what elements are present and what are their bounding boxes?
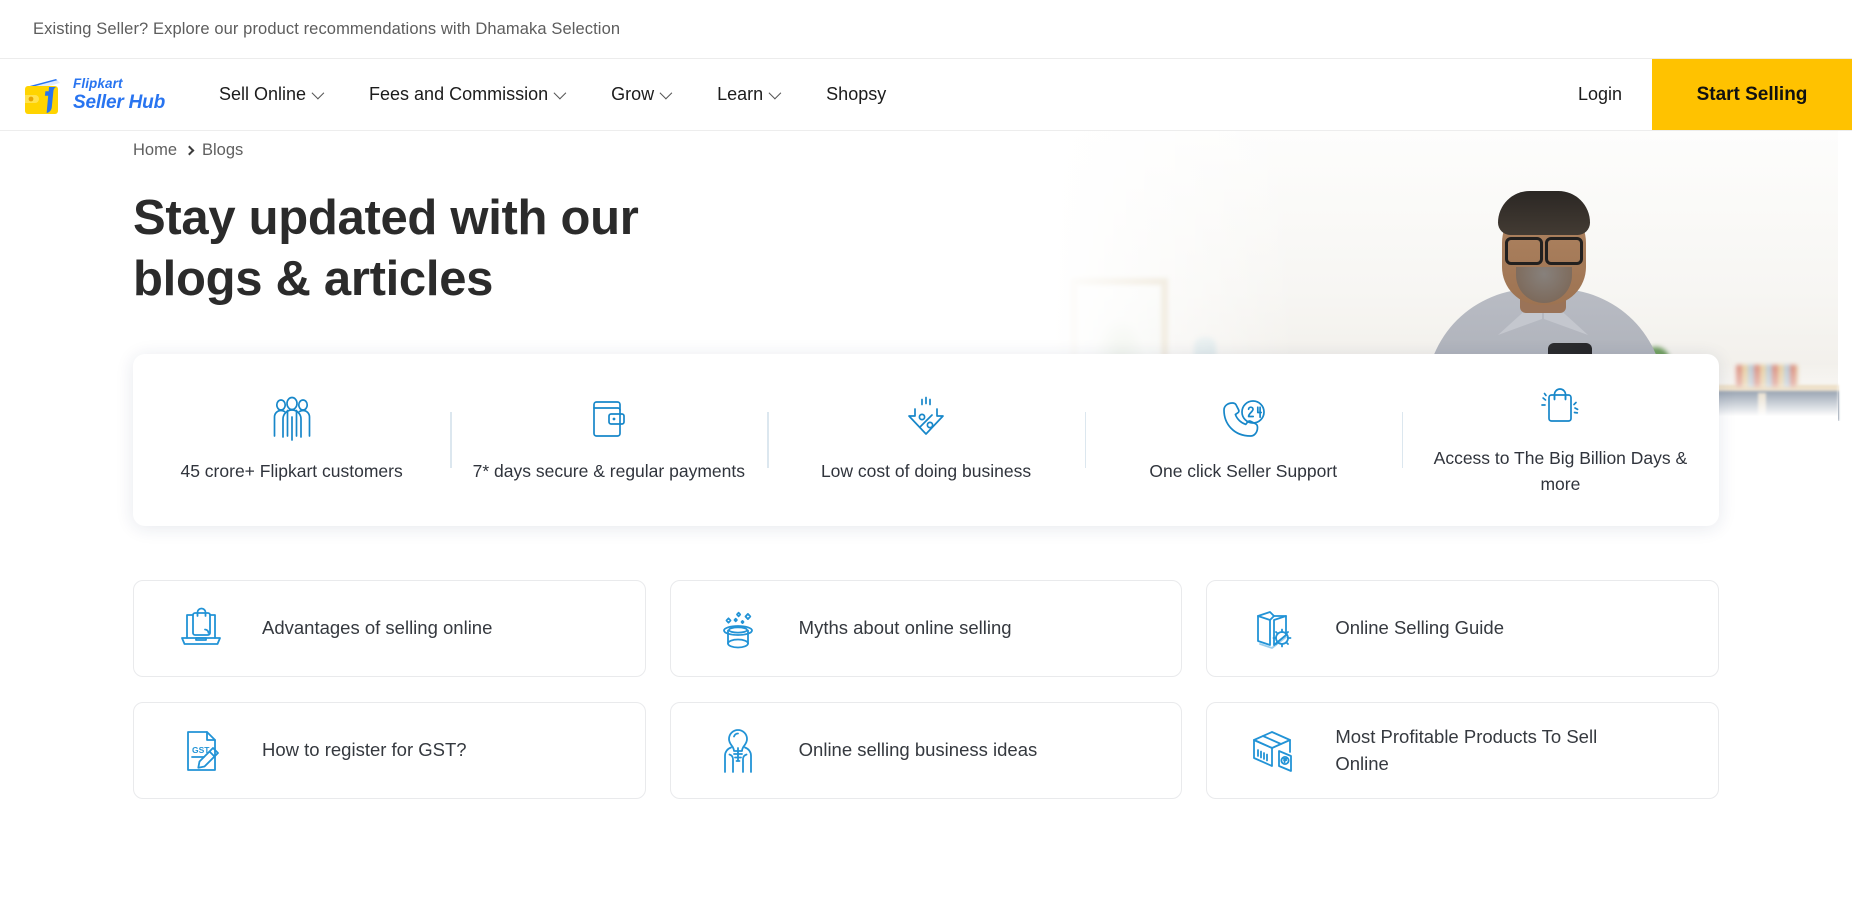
topic-card-advantages-of-selling-online[interactable]: Advantages of selling online xyxy=(133,580,646,677)
announcement-bar: Existing Seller? Explore our product rec… xyxy=(0,0,1852,59)
support-24-phone-icon xyxy=(1219,396,1267,442)
topic-label: Online selling business ideas xyxy=(798,739,1038,761)
nav-right-group: Login Start Selling xyxy=(1548,59,1852,130)
nav-left-group: Flipkart Seller Hub Sell Online Fees and… xyxy=(0,59,910,130)
person-hair xyxy=(1498,191,1590,235)
flipkart-wallet-icon xyxy=(22,74,66,116)
breadcrumb-item-home[interactable]: Home xyxy=(133,141,177,160)
topic-label: Most Profitable Products To Sell Online xyxy=(1335,726,1598,774)
nav-item-learn[interactable]: Learn xyxy=(693,59,802,130)
nav-item-label: Learn xyxy=(717,84,764,104)
benefit-item-seller-support: One click Seller Support xyxy=(1085,396,1402,484)
topic-label: Advantages of selling online xyxy=(262,617,493,639)
breadcrumb-item-blogs[interactable]: Blogs xyxy=(202,141,243,160)
chevron-down-icon xyxy=(768,86,782,100)
logo-brand-flipkart: Flipkart xyxy=(73,76,123,92)
topic-label: Myths about online selling xyxy=(798,617,1012,639)
benefit-item-customers: 45 crore+ Flipkart customers xyxy=(133,396,450,484)
announcement-text[interactable]: Existing Seller? Explore our product rec… xyxy=(33,20,620,39)
package-price-tag-icon xyxy=(1247,727,1301,775)
shopping-bag-sparkle-icon xyxy=(1537,383,1583,429)
main-navigation: Flipkart Seller Hub Sell Online Fees and… xyxy=(0,59,1852,131)
book-gear-icon xyxy=(1247,605,1301,653)
topic-card-online-selling-guide[interactable]: Online Selling Guide xyxy=(1206,580,1719,677)
benefits-card: 45 crore+ Flipkart customers 7* days sec… xyxy=(133,354,1719,526)
nav-item-label: Shopsy xyxy=(826,84,887,104)
magic-hat-icon xyxy=(711,605,765,653)
benefit-label: One click Seller Support xyxy=(1149,460,1338,481)
flipkart-seller-hub-logo[interactable]: Flipkart Seller Hub xyxy=(22,74,165,116)
nav-item-shopsy[interactable]: Shopsy xyxy=(802,59,910,130)
wallet-icon xyxy=(588,396,630,442)
nav-item-grow[interactable]: Grow xyxy=(587,59,693,130)
chevron-down-icon xyxy=(659,86,673,100)
nav-item-label: Sell Online xyxy=(218,84,307,104)
gst-document-pencil-icon: GST xyxy=(174,726,228,776)
chevron-down-icon xyxy=(553,86,567,100)
start-selling-button[interactable]: Start Selling xyxy=(1652,59,1852,130)
nav-item-label: Fees and Commission xyxy=(369,84,549,104)
chevron-down-icon xyxy=(311,86,325,100)
benefit-label: 7* days secure & regular payments xyxy=(472,460,745,481)
nav-item-label: Grow xyxy=(611,84,655,104)
benefit-item-big-billion-days: Access to The Big Billion Days & more xyxy=(1402,383,1719,498)
benefit-item-payments: 7* days secure & regular payments xyxy=(450,396,767,484)
logo-wordmark: Flipkart Seller Hub xyxy=(73,77,165,112)
benefit-label: Low cost of doing business xyxy=(820,460,1032,481)
benefit-label: 45 crore+ Flipkart customers xyxy=(180,460,403,481)
hero-text-block: Home Blogs Stay updated with our blogs &… xyxy=(133,141,773,310)
logo-brand-sellerhub: Seller Hub xyxy=(73,91,165,113)
benefit-label: Access to The Big Billion Days & more xyxy=(1433,447,1688,494)
breadcrumb: Home Blogs xyxy=(133,141,773,160)
page-title: Stay updated with our blogs & articles xyxy=(133,191,639,306)
topic-card-how-to-register-for-gst[interactable]: GST How to register for GST? xyxy=(133,702,646,799)
people-group-icon xyxy=(268,396,316,442)
topic-label: Online Selling Guide xyxy=(1335,617,1504,639)
topic-card-most-profitable-products[interactable]: Most Profitable Products To Sell Online xyxy=(1206,702,1719,799)
nav-item-fees-and-commission[interactable]: Fees and Commission xyxy=(345,59,587,130)
nav-menu: Sell Online Fees and Commission Grow Lea… xyxy=(195,59,910,130)
login-link[interactable]: Login xyxy=(1548,59,1652,130)
benefits-section: 45 crore+ Flipkart customers 7* days sec… xyxy=(0,354,1852,526)
benefit-item-low-cost: Low cost of doing business xyxy=(767,396,1084,484)
person-glasses xyxy=(1504,237,1584,265)
lightbulb-hands-icon xyxy=(711,726,765,776)
topic-card-myths-about-online-selling[interactable]: Myths about online selling xyxy=(669,580,1183,677)
topic-card-online-selling-business-ideas[interactable]: Online selling business ideas xyxy=(669,702,1183,799)
nav-item-sell-online[interactable]: Sell Online xyxy=(195,59,345,130)
percent-down-arrow-icon xyxy=(903,396,949,442)
laptop-bag-icon xyxy=(174,605,228,653)
topic-label: How to register for GST? xyxy=(262,739,467,761)
blog-topics-grid: Advantages of selling online Myths about… xyxy=(0,580,1852,799)
chevron-right-icon xyxy=(184,145,195,156)
